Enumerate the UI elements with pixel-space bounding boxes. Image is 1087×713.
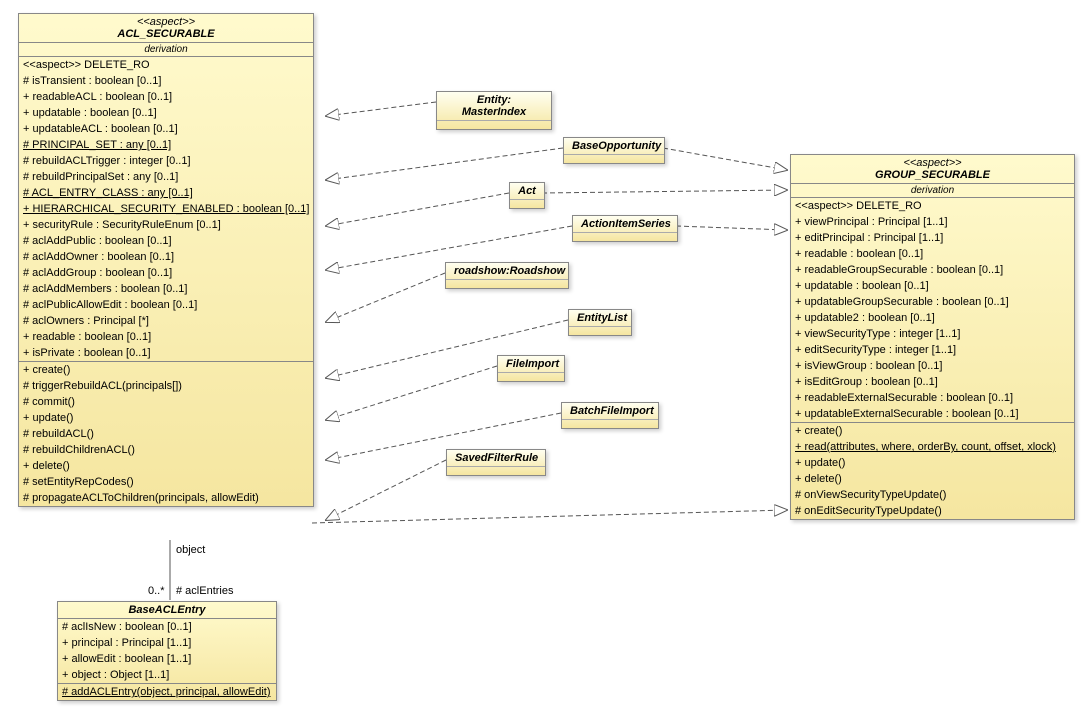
- member-row: + isPrivate : boolean [0..1]: [19, 345, 313, 361]
- member-row: + readableExternalSecurable : boolean [0…: [791, 390, 1074, 406]
- class-master-index: Entity: MasterIndex: [436, 91, 552, 130]
- class-acl-securable: <<aspect>> ACL_SECURABLE derivation <<as…: [18, 13, 314, 507]
- class-name: EntityList: [569, 310, 631, 327]
- member-row: + delete(): [791, 471, 1074, 487]
- member-row: # ACL_ENTRY_CLASS : any [0..1]: [19, 185, 313, 201]
- class-name: FileImport: [498, 356, 564, 373]
- member-row: # onEditSecurityTypeUpdate(): [791, 503, 1074, 519]
- member-row: # aclAddGroup : boolean [0..1]: [19, 265, 313, 281]
- member-row: + principal : Principal [1..1]: [58, 635, 276, 651]
- class-name: SavedFilterRule: [447, 450, 545, 467]
- class-action-item-series: ActionItemSeries: [572, 215, 678, 242]
- class-name: ACL_SECURABLE: [23, 28, 309, 40]
- class-roadshow: roadshow:Roadshow: [445, 262, 569, 289]
- operations-section: # addACLEntry(object, principal, allowEd…: [58, 684, 276, 700]
- class-file-import: FileImport: [497, 355, 565, 382]
- member-row: <<aspect>> DELETE_RO: [19, 57, 313, 73]
- class-act: Act: [509, 182, 545, 209]
- member-row: # aclAddMembers : boolean [0..1]: [19, 281, 313, 297]
- member-row: + readableGroupSecurable : boolean [0..1…: [791, 262, 1074, 278]
- assoc-label-object: object: [176, 544, 205, 556]
- member-row: # propagateACLToChildren(principals, all…: [19, 490, 313, 506]
- member-row: # aclOwners : Principal [*]: [19, 313, 313, 329]
- attributes-section: # aclIsNew : boolean [0..1]+ principal :…: [58, 619, 276, 684]
- member-row: # setEntityRepCodes(): [19, 474, 313, 490]
- member-row: # triggerRebuildACL(principals[]): [19, 378, 313, 394]
- operations-section: + create()# triggerRebuildACL(principals…: [19, 362, 313, 506]
- member-row: # rebuildACL(): [19, 426, 313, 442]
- member-row: # rebuildACLTrigger : integer [0..1]: [19, 153, 313, 169]
- class-header: <<aspect>> ACL_SECURABLE: [19, 14, 313, 43]
- member-row: # onViewSecurityTypeUpdate(): [791, 487, 1074, 503]
- member-row: + editPrincipal : Principal [1..1]: [791, 230, 1074, 246]
- member-row: + viewSecurityType : integer [1..1]: [791, 326, 1074, 342]
- assoc-label-acl-entries: # aclEntries: [176, 585, 233, 597]
- class-name: BaseACLEntry: [62, 604, 272, 616]
- assoc-multiplicity: 0..*: [148, 585, 165, 597]
- member-row: + isViewGroup : boolean [0..1]: [791, 358, 1074, 374]
- member-row: + create(): [791, 423, 1074, 439]
- class-group-securable: <<aspect>> GROUP_SECURABLE derivation <<…: [790, 154, 1075, 520]
- member-row: + readable : boolean [0..1]: [791, 246, 1074, 262]
- class-name: BatchFileImport: [562, 403, 658, 420]
- member-row: + update(): [791, 455, 1074, 471]
- class-name: Act: [510, 183, 544, 200]
- class-saved-filter-rule: SavedFilterRule: [446, 449, 546, 476]
- class-header: <<aspect>> GROUP_SECURABLE: [791, 155, 1074, 184]
- member-row: + updatable : boolean [0..1]: [791, 278, 1074, 294]
- member-row: + updatable2 : boolean [0..1]: [791, 310, 1074, 326]
- derivation-label: derivation: [19, 43, 313, 57]
- member-row: + update(): [19, 410, 313, 426]
- member-row: + object : Object [1..1]: [58, 667, 276, 683]
- derivation-label: derivation: [791, 184, 1074, 198]
- member-row: # PRINCIPAL_SET : any [0..1]: [19, 137, 313, 153]
- member-row: + create(): [19, 362, 313, 378]
- member-row: + HIERARCHICAL_SECURITY_ENABLED : boolea…: [19, 201, 313, 217]
- member-row: + updatable : boolean [0..1]: [19, 105, 313, 121]
- class-name: roadshow:Roadshow: [446, 263, 568, 280]
- member-row: # aclAddOwner : boolean [0..1]: [19, 249, 313, 265]
- member-row: + delete(): [19, 458, 313, 474]
- class-entity-list: EntityList: [568, 309, 632, 336]
- class-batch-file-import: BatchFileImport: [561, 402, 659, 429]
- class-base-opportunity: BaseOpportunity: [563, 137, 665, 164]
- member-row: + viewPrincipal : Principal [1..1]: [791, 214, 1074, 230]
- member-row: # rebuildChildrenACL(): [19, 442, 313, 458]
- member-row: # commit(): [19, 394, 313, 410]
- class-name: ActionItemSeries: [573, 216, 677, 233]
- member-row: + readable : boolean [0..1]: [19, 329, 313, 345]
- member-row: # addACLEntry(object, principal, allowEd…: [58, 684, 276, 700]
- member-row: + updatableACL : boolean [0..1]: [19, 121, 313, 137]
- member-row: + updatableGroupSecurable : boolean [0..…: [791, 294, 1074, 310]
- operations-section: + create()+ read(attributes, where, orde…: [791, 423, 1074, 519]
- member-row: # aclAddPublic : boolean [0..1]: [19, 233, 313, 249]
- member-row: + editSecurityType : integer [1..1]: [791, 342, 1074, 358]
- member-row: <<aspect>> DELETE_RO: [791, 198, 1074, 214]
- member-row: + read(attributes, where, orderBy, count…: [791, 439, 1074, 455]
- stereotype-label: <<aspect>>: [23, 16, 309, 28]
- attributes-section: <<aspect>> DELETE_RO+ viewPrincipal : Pr…: [791, 198, 1074, 423]
- member-row: + updatableExternalSecurable : boolean […: [791, 406, 1074, 422]
- class-base-acl-entry: BaseACLEntry # aclIsNew : boolean [0..1]…: [57, 601, 277, 701]
- member-row: # aclIsNew : boolean [0..1]: [58, 619, 276, 635]
- class-name: Entity: MasterIndex: [437, 92, 551, 121]
- member-row: # rebuildPrincipalSet : any [0..1]: [19, 169, 313, 185]
- member-row: + allowEdit : boolean [1..1]: [58, 651, 276, 667]
- member-row: # aclPublicAllowEdit : boolean [0..1]: [19, 297, 313, 313]
- class-header: BaseACLEntry: [58, 602, 276, 619]
- stereotype-label: <<aspect>>: [795, 157, 1070, 169]
- member-row: # isTransient : boolean [0..1]: [19, 73, 313, 89]
- member-row: + securityRule : SecurityRuleEnum [0..1]: [19, 217, 313, 233]
- member-row: + readableACL : boolean [0..1]: [19, 89, 313, 105]
- attributes-section: <<aspect>> DELETE_RO# isTransient : bool…: [19, 57, 313, 362]
- class-name: BaseOpportunity: [564, 138, 664, 155]
- member-row: + isEditGroup : boolean [0..1]: [791, 374, 1074, 390]
- class-name: GROUP_SECURABLE: [795, 169, 1070, 181]
